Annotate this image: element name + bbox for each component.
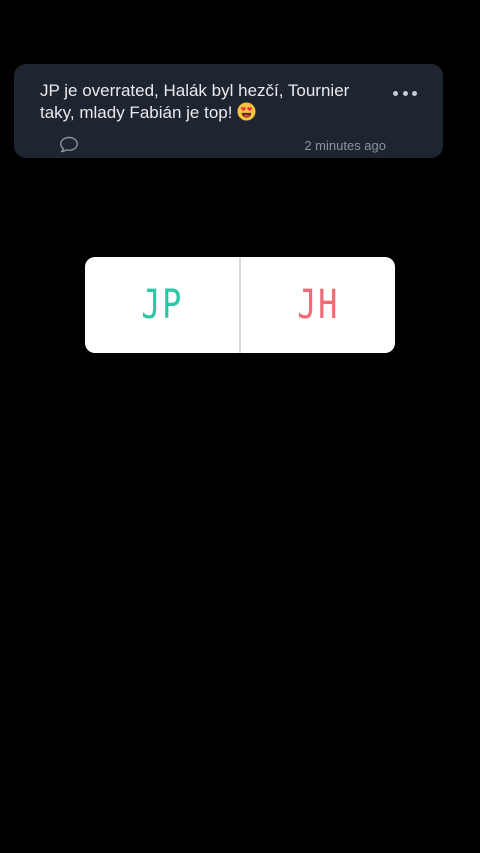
speech-bubble-icon[interactable] — [59, 136, 79, 154]
poll-option-jp[interactable]: JP — [85, 257, 239, 353]
more-horizontal-icon-dot — [412, 90, 417, 96]
poll-sticker: JP JH — [85, 257, 395, 353]
heart-eyes-emoji-icon — [237, 102, 256, 121]
poll-option-label: JP — [141, 282, 183, 328]
poll-option-label: JH — [297, 282, 339, 328]
comment-text: JP je overrated, Halák byl hezčí, Tourni… — [40, 81, 350, 122]
more-horizontal-icon-dot — [393, 90, 398, 96]
comment-text-wrapper: JP je overrated, Halák byl hezčí, Tourni… — [40, 80, 380, 124]
comment-timestamp: 2 minutes ago — [304, 138, 386, 153]
story-screen: JP je overrated, Halák byl hezčí, Tourni… — [0, 0, 480, 853]
more-options-button[interactable] — [393, 88, 417, 98]
more-horizontal-icon-dot — [402, 90, 408, 96]
poll-option-jh[interactable]: JH — [241, 257, 395, 353]
comment-card: JP je overrated, Halák byl hezčí, Tourni… — [14, 64, 443, 158]
